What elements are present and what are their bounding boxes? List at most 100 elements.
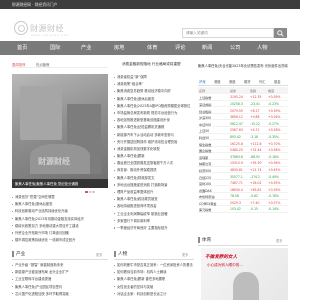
tab-market-a-share[interactable]: 沪深 [199,79,206,84]
table-row[interactable]: 道琼斯 37863.8 -68.92 -0.18% [198,153,288,160]
list-item[interactable]: 央行开展逆回购操作 维护流动性合理充裕 [114,139,194,146]
nav-item-sports[interactable]: 体育 [147,44,157,51]
list-item[interactable]: 女性创业者的坚持与突破 [114,284,194,291]
list-item[interactable]: 一季度经济开局良好 主要指标回升 [114,225,194,232]
table-row[interactable]: 国企指数 5480.25 +31.44 +0.58% [198,147,288,154]
list-item[interactable]: 聚焦人事任免|纪检监察机关通报 [114,124,194,131]
search-input[interactable] [182,28,274,38]
photo-caption[interactable]: 聚焦人事任免|聚焦人事任免 党纪处分通报 [15,181,78,186]
nav-item-people[interactable]: 人物 [257,44,267,51]
list-item[interactable]: 产业升级 “数智” 赋能制造新未来 [12,262,108,269]
row-price: 2587.63 [230,128,243,133]
more-link[interactable]: 更多 [96,252,102,257]
list-item[interactable]: 科技创新驱动产业结构持续优化升级 [12,208,108,215]
list-item[interactable]: 聚焦人事任免|财政部发文 [114,175,194,182]
list-item[interactable]: 芯片国产化进程加快 多环节取得突破 [12,291,108,298]
tab-market-forex[interactable]: 外汇 [259,79,266,84]
more-link[interactable]: 更多 [276,238,282,243]
list-item[interactable]: 稳增长政策加力 多地推动重大项目开工建设 [12,223,108,230]
table-row[interactable]: 创业板指 2079.55 +8.17 +0.39% [198,107,288,114]
table-row[interactable]: 日经225 35577.1 -174.2 -0.49% [198,173,288,180]
list-item[interactable]: 消费信贷“挖潜”空间在哪里 [12,194,108,201]
section-title[interactable]: 体育 [202,237,211,243]
carousel-dot[interactable] [92,190,95,193]
table-row[interactable]: 上证50 2587.63 +4.71 +0.18% [198,127,288,134]
tab-market-us[interactable]: 美股 [229,79,236,84]
table-row[interactable]: 科创50 893.42 -3.18 -0.35% [198,134,288,141]
search-button[interactable] [274,28,287,38]
headline-title[interactable]: 消费金融新规落地 行业格局或将重塑 [122,62,181,67]
people-news-list: 如何判断牛市是否真正到来：一位资深投资人的看法 如何看待当前市场：机构人士解读 … [114,262,194,298]
table-row[interactable]: 纳斯达克 15310.9 +55.30 +0.36% [198,160,288,167]
row-price: 5612.47 [230,121,243,126]
carousel-dot[interactable] [85,190,88,193]
search-icon [277,30,284,37]
table-row[interactable]: 布伦特原油 78.56 -0.62 -0.78% [198,193,288,200]
list-item[interactable]: 外贸企业开拓新兴市场 订单逐月回暖 [12,230,108,237]
nav-item-opinion[interactable]: 评论 [175,44,185,51]
nav-item-news[interactable]: 新闻 [202,44,212,51]
row-price: 3195.24 [230,95,243,100]
list-item[interactable]: 市场监管总局发布新规 规范平台经营行为 [114,110,194,117]
row-price: 16125.8 [230,141,243,146]
list-item[interactable]: 多家银行下调存款利率 [114,218,194,225]
tab-market-futures[interactable]: 期货 [244,79,251,84]
site-logo[interactable]: 财源财经 www.caiyuan.net [14,21,76,41]
row-price: 37863.8 [230,154,243,159]
table-row[interactable]: 美元指数 103.42 -0.15 -0.14% [198,206,288,213]
list-item[interactable]: 聚焦人事任免|2023年将推动金融支持实体经济 [12,216,108,223]
section-title[interactable]: 产业 [16,251,25,257]
list-item[interactable]: 春运首日全国铁路发送旅客超千万人次 [114,160,194,167]
list-item[interactable]: 消费政策“组合拳” [114,81,194,88]
nav-item-property[interactable]: 房地 [114,44,124,51]
list-item[interactable]: 聚焦人事任免|产业园区项目签约 [12,284,108,291]
table-row[interactable]: 沪深300 3856.12 +9.86 +0.26% [198,114,288,121]
table-row[interactable]: 恒生指数 16125.8 +112.6 +0.70% [198,140,288,147]
list-item[interactable]: 如何判断牛市是否真正到来：一位资深投资人的看法 [114,262,194,269]
nav-item-international[interactable]: 国际 [50,44,60,51]
list-item[interactable]: 消费金融机构加快数字化转型 [114,146,194,153]
tab-market-funds[interactable]: 基金 [274,79,281,84]
advertisement-banner[interactable]: 不做发胖的女人 小心成为别人眼中的... [201,248,288,300]
list-item[interactable]: 新能源产业链加速布局 龙头企业扩产 [12,269,108,276]
list-item[interactable]: 各地加快推进新型基础设施建设步伐 [114,117,194,124]
list-item[interactable]: 对话企业家：科技创新是长远之计 [114,291,194,298]
list-item[interactable]: 工业企业利润降幅收窄 制造业回暖 [114,211,194,218]
list-item[interactable]: 聚焦人事任免|履新 [114,153,194,160]
list-item[interactable]: 理财产品收益率整体回升 [114,189,194,196]
list-item[interactable]: 商务部：推动外贸保稳提质 [114,167,194,174]
row-change: +55.30 [250,161,262,166]
list-item[interactable]: 楼市调控政策持续优化 一线城市成交回升 [12,237,108,244]
nav-item-industry[interactable]: 产业 [81,44,91,51]
list-item[interactable]: 聚焦消费复苏趋势 推动经济稳中向好 [114,88,194,95]
news-ticker[interactable]: 聚焦人事任免|天合光能2023年业绩预告发布 光伏组件出货增长 [198,63,288,68]
tab-market-hk[interactable]: 港股 [214,79,221,84]
row-percent: -0.18% [268,154,279,159]
list-item[interactable]: 工业互联网平台建设提速 [12,276,108,283]
table-row[interactable]: 标普500 4839.81 +21.74 +0.45% [198,167,288,174]
section-title[interactable]: 人物 [118,251,127,257]
table-row[interactable]: 中证500 5612.47 -15.22 -0.27% [198,120,288,127]
list-item[interactable]: 多地出台措施促进消费 打造新场景 [114,182,194,189]
list-item[interactable]: 聚焦人事任免|退休后被查 [114,96,194,103]
more-link[interactable]: 更多 [182,252,188,257]
row-price: 2079.55 [230,108,243,113]
list-item[interactable]: 各地持续推进营商环境改善 [114,203,194,210]
ad-subtitle: 小心成为别人眼中的... [207,263,243,267]
list-item[interactable]: 聚焦人事任免|退休后被查 [12,201,108,208]
list-item[interactable]: 聚焦人事任免|2023年A股IPO融资规模居全球首位 [114,103,194,110]
list-item[interactable]: 聚焦人事任免|履新 曾任多地要职 [114,276,194,283]
table-row[interactable]: 上证指数 3195.24 +12.35 +0.39% [198,94,288,101]
nav-item-home[interactable]: 首页 [17,44,27,51]
list-item[interactable]: 如何看待当前市场：机构人士解读 [114,269,194,276]
nav-item-company[interactable]: 公司 [230,44,240,51]
list-item[interactable]: 新能源汽车下乡活动启动 多款车型参与 [114,132,194,139]
table-row[interactable]: 深证成指 10258.3 -23.41 -0.23% [198,101,288,108]
list-item[interactable]: 消费者权益“新”保障 [114,74,194,81]
list-item[interactable]: 聚焦人事任免|政协委员被查 [114,196,194,203]
carousel-dot[interactable] [88,190,91,193]
table-row[interactable]: 富时100 7487.71 +26.02 +0.35% [198,180,288,187]
table-row[interactable]: COMEX黄金 2029.3 +7.40 +0.37% [198,200,288,207]
featured-photo[interactable]: 财源财经 聚焦人事任免|聚焦人事任免 党纪处分通报 [12,74,108,188]
table-row[interactable]: 德国DAX 16630.4 +63.81 +0.39% [198,186,288,193]
